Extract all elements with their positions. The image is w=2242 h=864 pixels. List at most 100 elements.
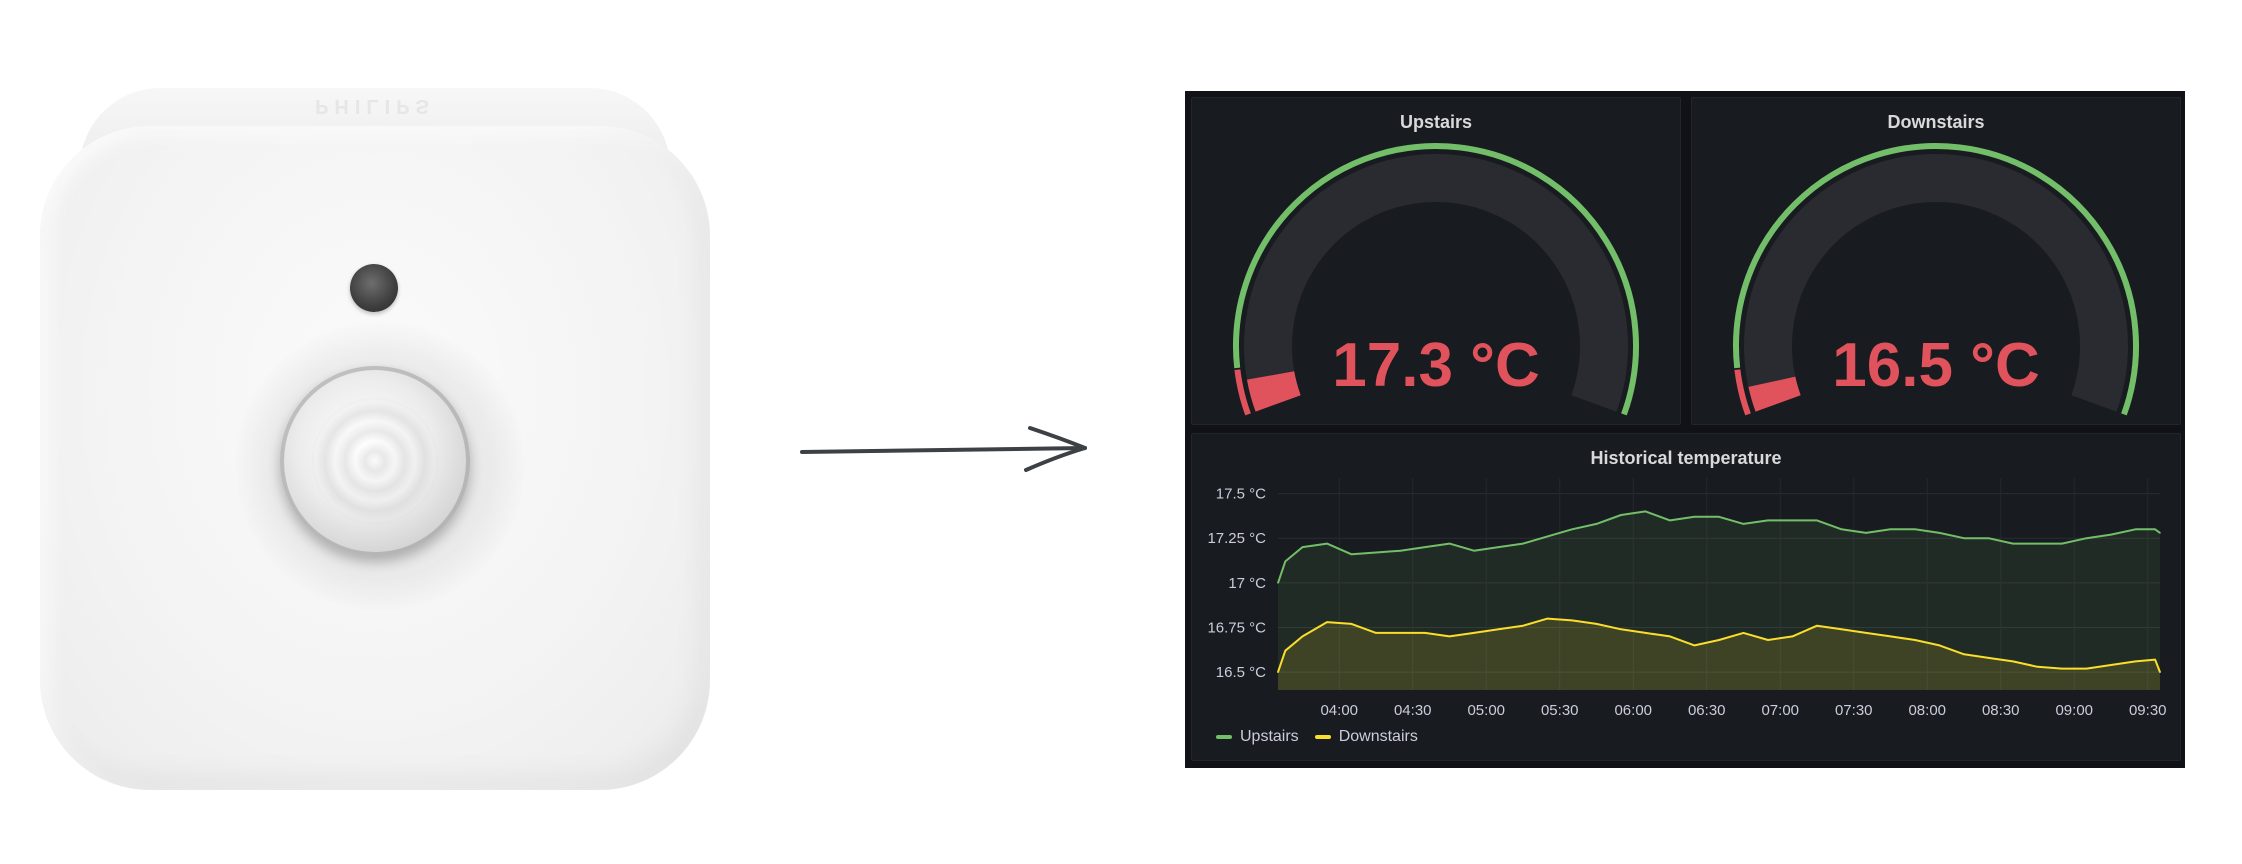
y-tick-label: 17 °C xyxy=(1228,575,1266,592)
data-point xyxy=(1546,617,1549,620)
data-point xyxy=(1571,619,1573,622)
data-point xyxy=(1497,546,1500,548)
gauge-panel-upstairs[interactable]: Upstairs 17.3 °C xyxy=(1191,97,1681,425)
legend-label: Downstairs xyxy=(1338,728,1418,745)
data-point xyxy=(1718,639,1720,641)
data-point xyxy=(1914,528,1916,531)
motion-sensor-device: PHILIPS xyxy=(40,88,710,790)
data-point xyxy=(1987,537,1990,540)
data-point xyxy=(2036,542,2039,545)
data-point xyxy=(1277,671,1279,673)
legend-swatch-upstairs xyxy=(1216,735,1232,739)
data-point xyxy=(1669,635,1671,638)
data-point xyxy=(1424,632,1426,634)
sensor-body xyxy=(40,126,710,790)
data-point xyxy=(1742,632,1745,634)
data-point xyxy=(1301,546,1304,548)
data-point xyxy=(1620,628,1622,631)
y-tick-label: 17.25 °C xyxy=(1207,530,1266,547)
data-point xyxy=(1448,542,1451,545)
x-tick-label: 05:00 xyxy=(1467,702,1505,719)
data-point xyxy=(2110,664,2112,666)
data-point xyxy=(2159,532,2161,534)
x-tick-label: 04:00 xyxy=(1320,702,1358,719)
data-point xyxy=(1669,519,1671,522)
data-point xyxy=(1767,639,1769,641)
data-point xyxy=(2110,533,2112,536)
y-tick-label: 16.75 °C xyxy=(1207,620,1266,637)
data-point xyxy=(2085,537,2088,540)
data-point xyxy=(1791,635,1794,638)
data-point xyxy=(1767,519,1769,522)
data-point xyxy=(1301,635,1304,638)
data-point xyxy=(1595,523,1598,525)
data-point xyxy=(1938,532,1941,534)
data-point xyxy=(2134,660,2137,663)
data-point xyxy=(1620,514,1622,516)
gauge-value: 16.5 °C xyxy=(1832,331,2040,400)
data-point xyxy=(1644,510,1647,513)
x-tick-label: 06:30 xyxy=(1688,702,1726,719)
gauge-value: 17.3 °C xyxy=(1332,331,1540,400)
data-point xyxy=(1424,546,1426,548)
right-arrow-icon xyxy=(800,426,1087,472)
y-tick-label: 16.5 °C xyxy=(1216,664,1266,681)
sensor-led-icon xyxy=(350,264,398,312)
data-point xyxy=(1938,644,1941,647)
data-point xyxy=(1693,515,1696,518)
legend-item-downstairs[interactable]: Downstairs xyxy=(1314,728,1418,746)
data-point xyxy=(1595,623,1598,625)
data-point xyxy=(2012,660,2014,663)
x-tick-label: 04:30 xyxy=(1394,702,1432,719)
data-point xyxy=(1571,528,1573,531)
x-tick-label: 08:30 xyxy=(1982,702,2020,719)
legend-item-upstairs[interactable]: Upstairs xyxy=(1216,728,1299,746)
data-point xyxy=(1816,519,1818,522)
x-tick-label: 06:00 xyxy=(1614,702,1652,719)
data-point xyxy=(1742,523,1745,525)
y-tick-label: 17.5 °C xyxy=(1216,486,1266,503)
data-point xyxy=(1399,549,1402,552)
data-point xyxy=(1448,635,1451,638)
x-tick-label: 09:30 xyxy=(2129,702,2167,719)
data-point xyxy=(1473,549,1475,552)
x-tick-label: 09:00 xyxy=(2055,702,2093,719)
data-point xyxy=(1718,515,1720,518)
data-point xyxy=(1644,632,1647,634)
sensor-brand-logo: PHILIPS xyxy=(315,95,435,117)
legend-swatch-downstairs xyxy=(1314,735,1331,739)
legend-label: Upstairs xyxy=(1240,728,1299,745)
chart-legend: Upstairs Downstairs xyxy=(1216,728,1418,746)
data-point xyxy=(1840,628,1843,631)
data-point xyxy=(1522,624,1524,627)
data-point xyxy=(1889,528,1892,531)
data-point xyxy=(1326,621,1328,623)
data-point xyxy=(1350,553,1353,556)
data-point xyxy=(1963,537,1965,540)
data-point xyxy=(2012,542,2014,545)
gauge-panel-downstairs[interactable]: Downstairs 16.5 °C xyxy=(1691,97,2181,425)
data-point xyxy=(1693,644,1696,647)
data-point xyxy=(1865,532,1867,534)
data-point xyxy=(1791,519,1794,522)
data-point xyxy=(1473,632,1475,634)
sensor-motion-lens xyxy=(280,366,470,556)
data-point xyxy=(1350,623,1353,625)
data-point xyxy=(1987,657,1990,659)
data-point xyxy=(1963,653,1965,656)
data-point xyxy=(2036,665,2039,668)
data-point xyxy=(2159,671,2161,673)
data-point xyxy=(1816,624,1818,627)
data-point xyxy=(1840,528,1843,531)
chart-panel-historical-temperature[interactable]: Historical temperature 17.5 °C 17.25 °C 17… xyxy=(1191,433,2181,761)
x-tick-label: 07:00 xyxy=(1761,702,1799,719)
data-point xyxy=(1277,582,1279,584)
data-point xyxy=(2154,658,2156,661)
data-point xyxy=(1889,635,1892,638)
x-tick-label: 05:30 xyxy=(1541,702,1579,719)
data-point xyxy=(1522,542,1524,545)
data-point xyxy=(1375,551,1377,554)
data-point xyxy=(1326,542,1328,545)
data-point xyxy=(1375,632,1377,634)
x-tick-label: 08:00 xyxy=(1908,702,1946,719)
